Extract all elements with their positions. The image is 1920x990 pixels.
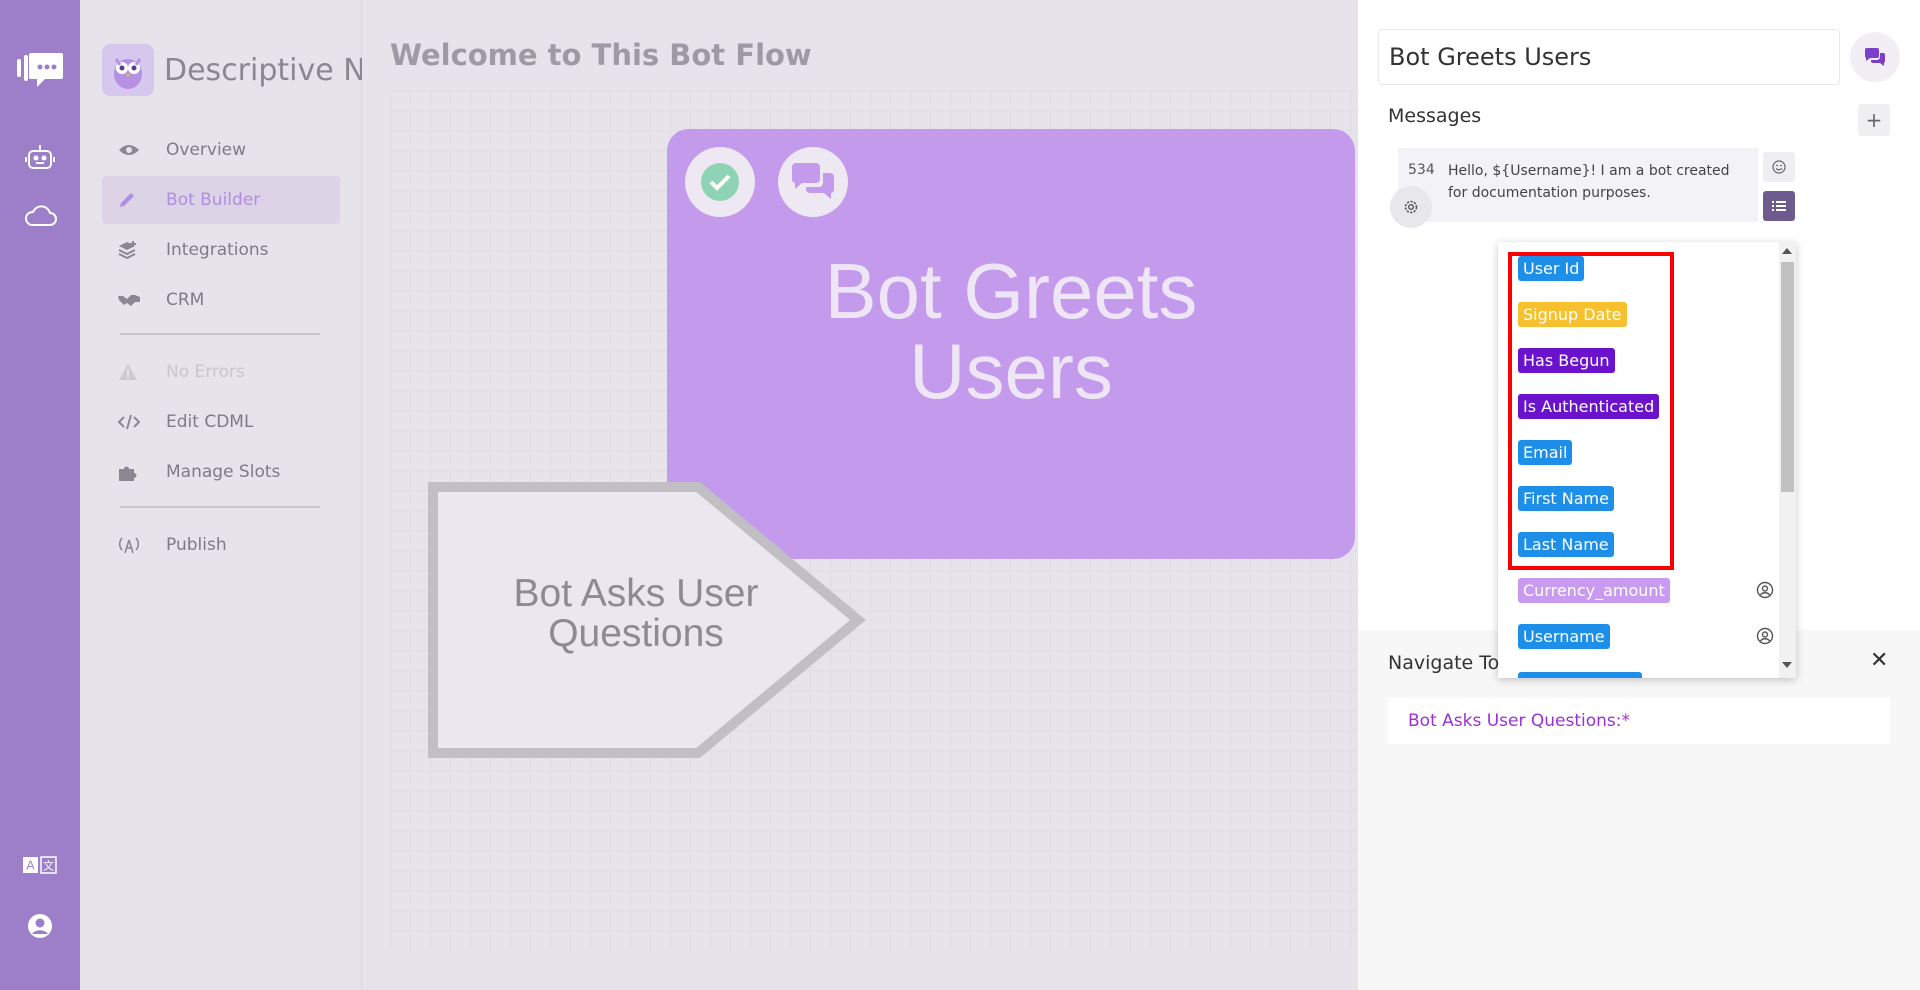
messages-label: Messages: [1388, 105, 1482, 127]
chat-logo-icon[interactable]: [0, 50, 80, 90]
add-message-button[interactable]: +: [1858, 104, 1890, 136]
navigate-option[interactable]: Bot Asks User Questions:*: [1388, 698, 1890, 744]
message-text[interactable]: Hello, ${Username}! I am a bot created f…: [1448, 160, 1748, 204]
scroll-down-icon[interactable]: [1782, 662, 1792, 668]
bot-name: Descriptive N: [164, 52, 366, 88]
nav-publish[interactable]: Publish: [102, 521, 340, 569]
warning-icon: [118, 363, 144, 381]
broadcast-icon: [118, 536, 144, 554]
user-account-icon[interactable]: [0, 911, 80, 941]
node-bot-asks-user-questions[interactable]: Bot Asks User Questions: [428, 482, 868, 758]
translate-icon[interactable]: A 文: [0, 852, 80, 878]
navigate-link[interactable]: Bot Asks User Questions:*: [1408, 711, 1630, 731]
code-icon: [118, 414, 144, 430]
user-circle-icon: [1756, 627, 1774, 645]
chat-bubbles-button[interactable]: [1850, 32, 1900, 82]
flow-title: Welcome to This Bot Flow: [390, 38, 812, 72]
svg-text:A: A: [26, 859, 35, 873]
insert-slot-button[interactable]: [1763, 191, 1795, 221]
scrollbar-thumb[interactable]: [1781, 262, 1794, 492]
scroll-up-icon[interactable]: [1782, 248, 1792, 254]
panel-lower-area: [1358, 630, 1920, 990]
smiley-icon: [1772, 160, 1786, 174]
slot-option[interactable]: Currency_amount: [1518, 577, 1778, 603]
chat-bubbles-icon[interactable]: [778, 147, 848, 217]
slot-dropdown[interactable]: User Id Signup Date Has Begun Is Authent…: [1498, 242, 1796, 678]
nav-integrations[interactable]: Integrations: [102, 226, 340, 274]
message-id: 534: [1408, 162, 1435, 178]
slot-option[interactable]: [1518, 669, 1642, 678]
eye-icon: [118, 143, 144, 157]
puzzle-icon: [118, 463, 144, 481]
node-title: Bot Asks User Questions: [513, 572, 759, 655]
node-title: Bot Greets Users: [824, 247, 1198, 415]
chat-bubbles-icon: [1864, 48, 1886, 66]
brand: Descriptive N: [102, 44, 366, 96]
user-circle-icon: [1756, 581, 1774, 599]
slot-option[interactable]: Username: [1518, 623, 1778, 649]
gear-icon: [1404, 200, 1418, 214]
message-row[interactable]: 534 Hello, ${Username}! I am a bot creat…: [1398, 148, 1758, 222]
svg-text:文: 文: [43, 859, 54, 873]
nav-divider: [120, 333, 320, 335]
nav-manage-slots[interactable]: Manage Slots: [102, 448, 340, 496]
check-circle-icon[interactable]: [685, 147, 755, 217]
nav-bot-builder[interactable]: Bot Builder: [102, 176, 340, 224]
sidebar: Descriptive N Overview Bot Builder Integ…: [80, 0, 366, 990]
layers-plus-icon: [118, 241, 144, 259]
handshake-icon: [118, 293, 144, 307]
nav-edit-cdml[interactable]: Edit CDML: [102, 398, 340, 446]
emoji-button[interactable]: [1763, 152, 1795, 182]
selection-highlight: [1508, 252, 1674, 570]
nav-crm[interactable]: CRM: [102, 276, 340, 324]
owl-logo-icon: [102, 44, 154, 96]
nav-no-errors: No Errors: [102, 348, 340, 396]
nav-overview[interactable]: Overview: [102, 126, 340, 174]
cloud-icon[interactable]: [0, 200, 80, 230]
flow-canvas[interactable]: Welcome to This Bot Flow Bot Greets User…: [362, 0, 1358, 990]
close-icon[interactable]: ✕: [1870, 648, 1888, 673]
node-editor-panel: Bot Greets Users Messages + 534 Hello, $…: [1358, 0, 1920, 990]
robot-icon[interactable]: [0, 142, 80, 172]
navigate-to-label: Navigate To: [1388, 652, 1500, 674]
list-icon: [1772, 201, 1786, 211]
message-settings-button[interactable]: [1390, 186, 1432, 228]
nav-divider: [120, 506, 320, 508]
app-rail: A 文: [0, 0, 80, 990]
node-title-input[interactable]: Bot Greets Users: [1378, 29, 1840, 85]
pencil-icon: [118, 191, 144, 209]
